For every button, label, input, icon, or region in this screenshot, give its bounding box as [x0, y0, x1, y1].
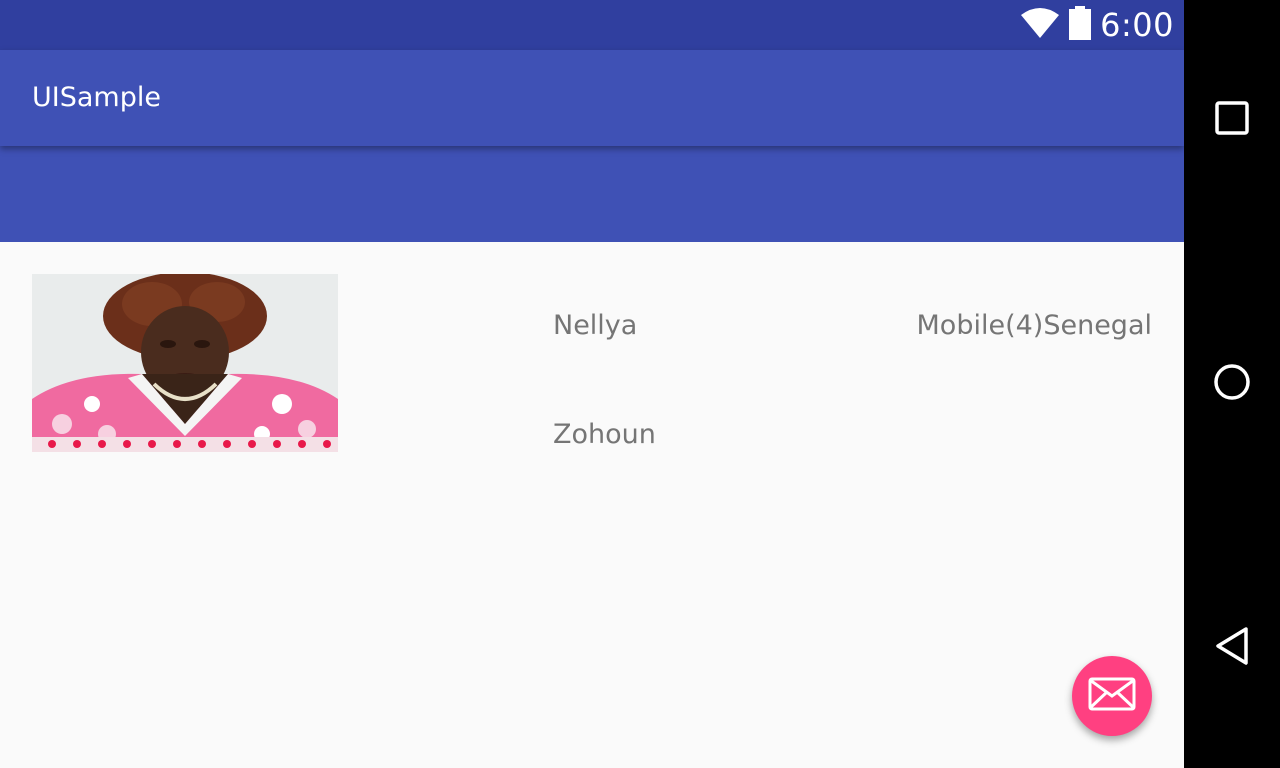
status-icons: 6:00	[1020, 0, 1174, 50]
send-mail-button[interactable]	[1072, 656, 1152, 736]
mail-icon	[1088, 677, 1136, 715]
status-time: 6:00	[1100, 6, 1174, 44]
app-bar-extension	[0, 146, 1184, 242]
battery-icon	[1068, 6, 1092, 44]
recents-button[interactable]	[1184, 72, 1280, 168]
home-icon	[1213, 363, 1251, 405]
app-bar: UISample	[0, 50, 1184, 146]
last-name: Zohoun	[553, 419, 656, 450]
back-icon	[1214, 626, 1250, 670]
status-bar: 6:00	[0, 0, 1184, 50]
recents-icon	[1215, 101, 1249, 139]
home-button[interactable]	[1184, 336, 1280, 432]
app-title: UISample	[32, 82, 161, 113]
person-photo	[32, 274, 338, 452]
navigation-bar	[1184, 0, 1280, 768]
app-screen: 6:00 UISample Nellya Zohoun Mobile(4)Sen…	[0, 0, 1184, 768]
phone-label: Mobile(4)Senegal	[916, 310, 1152, 341]
wifi-icon	[1020, 7, 1060, 43]
first-name: Nellya	[553, 310, 638, 341]
back-button[interactable]	[1184, 600, 1280, 696]
